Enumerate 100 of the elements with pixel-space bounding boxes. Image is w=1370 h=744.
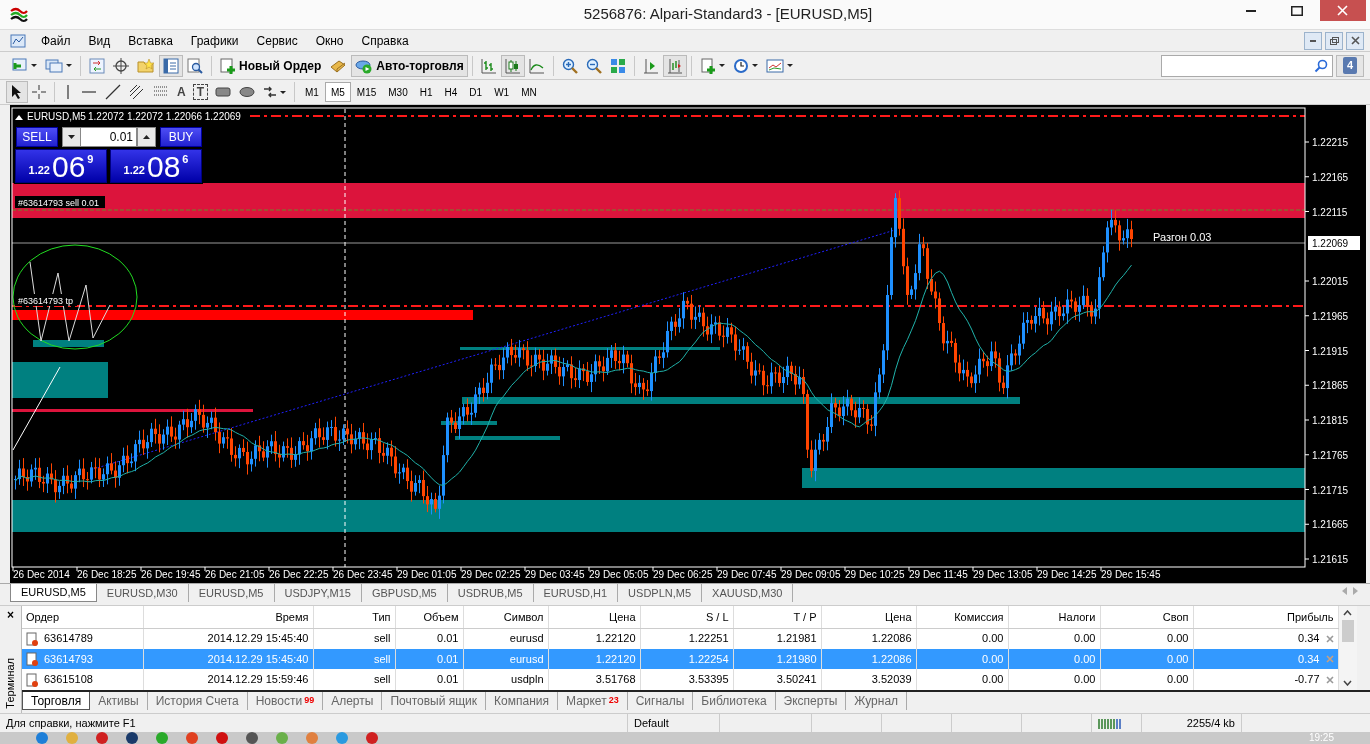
column-header[interactable]: Прибыль	[1193, 606, 1338, 628]
lot-field[interactable]: 0.01	[80, 127, 137, 147]
column-header[interactable]: T / P	[733, 606, 821, 628]
terminal-tab[interactable]: Сигналы	[627, 692, 694, 710]
terminal-tab[interactable]: Алерты	[323, 692, 383, 710]
tick-mark	[1304, 523, 1310, 525]
order-document-icon	[26, 672, 38, 687]
tick-mark	[76, 566, 78, 572]
price-label: 1.22165	[1312, 171, 1349, 183]
terminal-tab[interactable]: Почтовый ящик	[382, 692, 487, 710]
chart-tab[interactable]: USDJPY,M15	[274, 584, 362, 602]
column-header[interactable]: Символ	[463, 606, 548, 628]
column-header[interactable]: Цена	[548, 606, 640, 628]
column-header[interactable]: Цена	[821, 606, 916, 628]
terminal-tab[interactable]: Журнал	[846, 692, 908, 710]
close-button[interactable]: ×	[7, 606, 14, 624]
text-label-button[interactable]: T	[189, 81, 211, 103]
chart-tab[interactable]: USDRUB,M5	[447, 584, 534, 602]
app-icon	[96, 732, 108, 744]
time-label: 29 Dec 07:45	[717, 569, 777, 580]
column-header[interactable]: Объем	[395, 606, 463, 628]
price-label: 1.21765	[1312, 449, 1349, 461]
price-label: 1.21865	[1312, 380, 1349, 392]
terminal-tab[interactable]: Эксперты	[775, 692, 847, 710]
terminal-tab[interactable]: История Счета	[147, 692, 248, 710]
menu-item[interactable]: Графики	[181, 30, 248, 51]
column-header[interactable]: Ордер	[22, 606, 143, 628]
collapse-icon[interactable]	[15, 115, 23, 120]
timeframe-button[interactable]: H4	[438, 82, 464, 102]
message-count: 4	[1342, 57, 1358, 74]
terminal-tab[interactable]: Библиотека	[693, 692, 776, 710]
close-button[interactable]	[1346, 31, 1364, 50]
restore-button[interactable]	[1325, 31, 1343, 50]
scroll-right-icon[interactable]	[1353, 587, 1358, 595]
cursor-button[interactable]	[6, 81, 28, 103]
price-pips: 06	[51, 151, 86, 183]
text-tool-button[interactable]: A	[173, 81, 190, 103]
terminal-tab[interactable]: Компания	[486, 692, 558, 710]
app-icon	[186, 732, 198, 744]
scrollbar-thumb[interactable]	[1341, 620, 1354, 642]
increase-button[interactable]	[137, 127, 156, 147]
column-header[interactable]: Своп	[1100, 606, 1193, 628]
close-icon[interactable]	[1325, 634, 1334, 643]
menu-item[interactable]: Вид	[79, 30, 120, 51]
chart-tab[interactable]: XAUUSD,M30	[702, 584, 794, 602]
terminal-button[interactable]	[159, 54, 183, 77]
close-icon[interactable]	[1325, 675, 1334, 684]
terminal-tab[interactable]: Торговля	[22, 692, 91, 710]
column-header[interactable]: Время	[143, 606, 313, 628]
menu-item[interactable]: Файл	[32, 30, 80, 51]
ellipse-icon	[239, 86, 255, 98]
new-order-button[interactable]: Новый Ордер	[216, 54, 326, 77]
timeframe-button[interactable]: D1	[463, 82, 489, 102]
tick-mark	[1304, 454, 1310, 456]
buy-button[interactable]: BUY	[160, 127, 202, 147]
tick-mark	[1304, 558, 1310, 560]
chart-tab[interactable]: EURUSD,M30	[96, 584, 189, 602]
panel-title: Терминал	[3, 658, 18, 709]
table-cell: 0.00	[1100, 628, 1193, 649]
menu-item[interactable]: Окно	[306, 30, 353, 51]
time-label: 29 Dec 06:25	[653, 569, 713, 580]
caret-icon	[751, 64, 758, 67]
time-label: 29 Dec 10:25	[845, 569, 905, 580]
table-cell: 2014.12.29 15:45:40	[143, 628, 313, 649]
minimize-icon	[1246, 9, 1256, 12]
timeframe-button[interactable]: M5	[324, 82, 351, 102]
scroll-left-icon[interactable]	[1342, 587, 1347, 595]
minimize-button[interactable]	[1304, 31, 1322, 50]
auto-trading-button[interactable]: Авто-торговля	[351, 54, 468, 77]
timeframe-button[interactable]: M15	[350, 82, 383, 102]
time-label: 29 Dec 01:05	[397, 569, 457, 580]
terminal-tab[interactable]: Активы	[90, 692, 148, 710]
timeframe-button[interactable]: M30	[382, 82, 414, 102]
chart-tab[interactable]: EURUSD,H1	[533, 584, 619, 602]
tick-mark	[396, 566, 398, 572]
search-field[interactable]	[1161, 54, 1333, 77]
chart-tab[interactable]: EURUSD,M5	[10, 584, 97, 602]
chart-tab[interactable]: GBPUSD,M5	[361, 584, 448, 602]
column-header[interactable]: Налоги	[1008, 606, 1100, 628]
column-header[interactable]: Тип	[313, 606, 395, 628]
tick-mark	[1304, 176, 1310, 178]
candlestick-button[interactable]	[500, 54, 525, 77]
timeframe-button[interactable]: H1	[413, 82, 439, 102]
chart-tab[interactable]: USDPLN,M5	[618, 584, 703, 602]
menu-item[interactable]: Вставка	[119, 30, 182, 51]
auto-scroll-button[interactable]	[662, 54, 687, 77]
menu-item[interactable]: Сервис	[247, 30, 307, 51]
caret-down-icon	[68, 135, 75, 139]
column-header[interactable]: S / L	[640, 606, 733, 628]
table-cell: eurusd	[463, 628, 548, 649]
timeframe-button[interactable]: M1	[299, 82, 325, 102]
messages-button[interactable]: 4	[1336, 54, 1364, 77]
sell-button[interactable]: SELL	[16, 127, 58, 147]
chart-tab[interactable]: EURUSD,M5	[188, 584, 275, 602]
timeframe-button[interactable]: W1	[488, 82, 516, 102]
column-header[interactable]: Комиссия	[916, 606, 1008, 628]
menu-item[interactable]: Справка	[352, 30, 418, 51]
timeframe-button[interactable]: MN	[515, 82, 543, 102]
crosshair-icon	[113, 57, 129, 74]
app-icon	[336, 732, 348, 744]
